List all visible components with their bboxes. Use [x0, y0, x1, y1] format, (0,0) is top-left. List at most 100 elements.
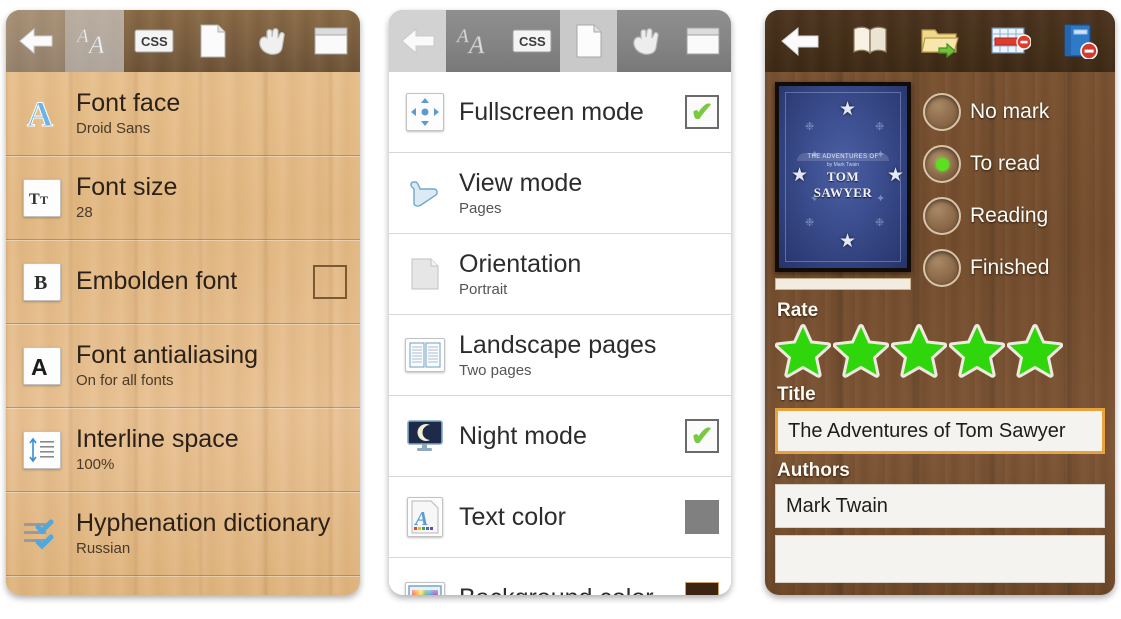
- settings-row-title: Hyphenation dictionary: [76, 509, 331, 537]
- settings-row-night-mode[interactable]: Night mode ✔: [389, 396, 731, 477]
- hand-tap-icon[interactable]: [242, 10, 301, 72]
- folder-export-icon[interactable]: [905, 10, 975, 72]
- back-icon[interactable]: [765, 10, 835, 72]
- night-mode-icon: [399, 419, 451, 453]
- settings-row-subtitle: Portrait: [459, 280, 508, 298]
- svg-text:A: A: [31, 354, 48, 379]
- settings-row-orientation[interactable]: Orientation Portrait: [389, 234, 731, 315]
- svg-text:T: T: [40, 193, 48, 207]
- font-aa-icon[interactable]: A A: [65, 10, 124, 72]
- svg-text:B: B: [34, 272, 47, 294]
- settings-row-title: Font face: [76, 89, 181, 117]
- settings-row-view-mode[interactable]: View mode Pages: [389, 153, 731, 234]
- settings-row-background-color[interactable]: Background color: [389, 558, 731, 595]
- embolden-font-checkbox[interactable]: [313, 264, 347, 299]
- back-icon[interactable]: [389, 10, 446, 72]
- read-state-label: Reading: [970, 204, 1049, 227]
- settings-row-font-antialiasing[interactable]: A Font antialiasing On for all fonts: [6, 324, 360, 408]
- font-aa-icon[interactable]: A A: [446, 10, 503, 72]
- book-cover[interactable]: ★ ★ ★ ★ ❉ ❉ ❉ ❉ ✦ ✦ ✦ ✦ THE ADVENTURES O…: [775, 82, 911, 272]
- night-mode-checkbox[interactable]: ✔: [685, 419, 719, 453]
- text-color-swatch[interactable]: [685, 500, 719, 534]
- book-info-body: ★ ★ ★ ★ ❉ ❉ ❉ ❉ ✦ ✦ ✦ ✦ THE ADVENTURES O…: [765, 72, 1115, 583]
- settings-row-landscape-pages[interactable]: Landscape pages Two pages: [389, 315, 731, 396]
- two-pages-icon: [399, 338, 451, 372]
- cover-line-1: THE ADVENTURES OF: [797, 153, 889, 161]
- page-settings-list: Fullscreen mode ✔ View mode Pages Orient…: [389, 72, 731, 595]
- settings-row-title: Font antialiasing: [76, 341, 259, 369]
- series-input[interactable]: [775, 535, 1105, 583]
- svg-text:T: T: [29, 191, 40, 208]
- settings-row-font-face[interactable]: A Font face Droid Sans: [6, 72, 360, 156]
- window-icon[interactable]: [301, 10, 360, 72]
- title-label: Title: [777, 384, 816, 405]
- page-icon[interactable]: [183, 10, 242, 72]
- settings-row-title: View mode: [459, 168, 583, 197]
- background-color-icon: [399, 581, 451, 595]
- settings-row-font-size[interactable]: TT Font size 28: [6, 156, 360, 240]
- star-icon-filled[interactable]: [775, 324, 831, 378]
- cover-ornament-icon: ❉: [805, 121, 815, 133]
- settings-row-title: Orientation: [459, 249, 582, 278]
- radio-icon[interactable]: [923, 197, 961, 235]
- window-icon[interactable]: [674, 10, 731, 72]
- check-icon: ✔: [690, 420, 714, 451]
- star-icon-filled[interactable]: [891, 324, 947, 378]
- font-size-tt-icon: TT: [16, 178, 68, 217]
- authors-input[interactable]: Mark Twain: [775, 484, 1105, 528]
- radio-icon-selected[interactable]: [923, 145, 961, 183]
- settings-row-title: Interline space: [76, 425, 239, 453]
- settings-row-text-color[interactable]: A Text color: [389, 477, 731, 558]
- background-color-swatch[interactable]: [685, 581, 719, 595]
- svg-text:A: A: [467, 32, 485, 58]
- interline-space-icon: [16, 430, 68, 469]
- settings-row-embolden-font[interactable]: B Embolden font: [6, 240, 360, 324]
- cover-line-2: by Mark Twain: [826, 162, 860, 168]
- cover-ornament-icon: ❉: [875, 121, 885, 133]
- read-state-option-finished[interactable]: Finished: [923, 242, 1105, 294]
- page-settings-panel: A A CSS Fullscreen mode ✔ View mode Page…: [389, 10, 731, 595]
- css-icon[interactable]: CSS: [124, 10, 183, 72]
- page-settings-toolbar: A A CSS: [389, 10, 731, 72]
- radio-icon[interactable]: [923, 249, 961, 287]
- fullscreen-icon: [399, 93, 451, 131]
- settings-row-hyphenation-dictionary[interactable]: Hyphenation dictionary Russian: [6, 492, 360, 576]
- star-icon-filled[interactable]: [1007, 324, 1063, 378]
- rating-stars[interactable]: [775, 324, 1105, 378]
- radio-icon[interactable]: [923, 93, 961, 131]
- open-book-icon[interactable]: [835, 10, 905, 72]
- settings-row-subtitle: Russian: [76, 540, 131, 557]
- table-remove-icon[interactable]: [975, 10, 1045, 72]
- settings-row-title: Landscape pages: [459, 330, 657, 359]
- page-icon[interactable]: [560, 10, 617, 72]
- read-state-option-reading[interactable]: Reading: [923, 190, 1105, 242]
- star-icon-filled[interactable]: [949, 324, 1005, 378]
- settings-row-subtitle: 100%: [76, 456, 115, 473]
- read-state-label: No mark: [970, 100, 1050, 123]
- settings-row-fullscreen-mode[interactable]: Fullscreen mode ✔: [389, 72, 731, 153]
- hyphenation-icon: [16, 517, 68, 551]
- fullscreen-mode-checkbox[interactable]: ✔: [685, 95, 719, 129]
- font-settings-toolbar: A A CSS: [6, 10, 360, 72]
- settings-row-title: Embolden font: [76, 267, 238, 295]
- settings-row-floating-punctuation[interactable]: Floating punctuation ✔: [6, 576, 360, 595]
- star-icon-filled[interactable]: [833, 324, 889, 378]
- cover-star-icon: ★: [839, 231, 857, 252]
- font-settings-list: A Font face Droid Sans TT Font size 28 B…: [6, 72, 360, 595]
- read-state-radio-group: No mark To read Reading Finished: [923, 82, 1105, 294]
- text-color-icon: A: [399, 497, 451, 537]
- title-input[interactable]: The Adventures of Tom Sawyer: [775, 408, 1105, 454]
- read-state-option-no-mark[interactable]: No mark: [923, 86, 1105, 138]
- book-delete-icon[interactable]: [1045, 10, 1115, 72]
- read-state-label: Finished: [970, 256, 1050, 279]
- book-info-panel: ★ ★ ★ ★ ❉ ❉ ❉ ❉ ✦ ✦ ✦ ✦ THE ADVENTURES O…: [765, 10, 1115, 595]
- css-icon[interactable]: CSS: [503, 10, 560, 72]
- settings-row-title: Background color: [459, 585, 673, 596]
- settings-row-interline-space[interactable]: Interline space 100%: [6, 408, 360, 492]
- svg-text:CSS: CSS: [519, 34, 546, 49]
- read-state-option-to-read[interactable]: To read: [923, 138, 1105, 190]
- back-icon[interactable]: [6, 10, 65, 72]
- settings-row-subtitle: Droid Sans: [76, 120, 151, 137]
- hand-tap-icon[interactable]: [617, 10, 674, 72]
- antialiasing-a-icon: A: [16, 346, 68, 385]
